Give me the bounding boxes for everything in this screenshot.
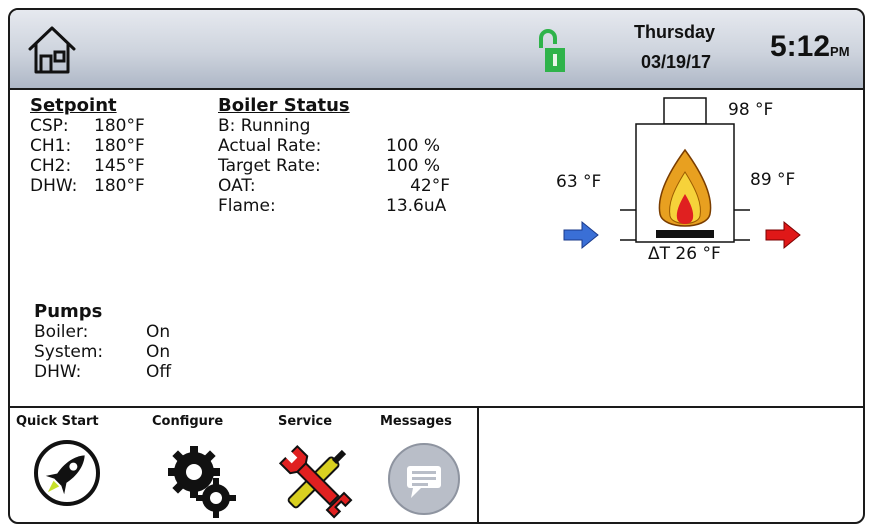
messages-label[interactable]: Messages (380, 414, 452, 429)
boiler-status-panel[interactable]: Boiler Status B: Running Actual Rate: 100… (218, 95, 450, 217)
service-label[interactable]: Service (278, 414, 332, 429)
flue-stack (663, 97, 707, 125)
rocket-icon[interactable] (32, 438, 102, 508)
header-bar: Thursday 03/19/17 5:12PM (10, 10, 863, 90)
outlet-temp: 89 °F (750, 170, 796, 190)
boiler-status-title: Boiler Status (218, 95, 350, 116)
status-row-actual-rate: Actual Rate: 100 % (218, 136, 441, 156)
setpoint-title: Setpoint (30, 95, 117, 116)
setpoint-row-dhw: DHW: 180°F (30, 176, 145, 196)
touch-display: Thursday 03/19/17 5:12PM Setpoint CSP: 18… (8, 8, 865, 524)
pumps-title: Pumps (34, 301, 103, 322)
status-row-flame: Flame: 13.6uA (218, 196, 447, 216)
inlet-temp: 63 °F (556, 172, 602, 192)
gears-icon[interactable] (160, 442, 240, 522)
flue-temp: 98 °F (728, 100, 774, 120)
nav-divider (477, 406, 479, 522)
boiler-state: B: Running (218, 116, 311, 136)
clock: 5:12PM (770, 30, 850, 64)
configure-label[interactable]: Configure (152, 414, 223, 429)
pumps-panel[interactable]: Pumps Boiler: On System: On DHW: Off (34, 301, 172, 383)
ampm-label: PM (830, 44, 850, 59)
setpoint-row-ch2: CH2: 145°F (30, 156, 145, 176)
delta-t: ΔT 26 °F (648, 244, 721, 264)
time-value: 5:12 (770, 30, 831, 63)
pump-row-system: System: On (34, 342, 171, 362)
home-icon[interactable] (24, 22, 80, 78)
burner-base (656, 230, 714, 238)
status-row-oat: OAT: 42°F (218, 176, 450, 196)
unlock-icon[interactable] (536, 26, 566, 76)
pump-row-dhw: DHW: Off (34, 362, 172, 382)
pump-row-boiler: Boiler: On (34, 322, 171, 342)
outlet-arrow (765, 220, 801, 250)
inlet-arrow (563, 220, 599, 250)
message-icon[interactable] (385, 440, 463, 518)
setpoint-row-ch1: CH1: 180°F (30, 136, 145, 156)
date-label: 03/19/17 (641, 52, 712, 72)
day-label: Thursday (634, 22, 716, 42)
quick-start-label[interactable]: Quick Start (16, 414, 99, 429)
tools-icon[interactable] (272, 438, 358, 522)
status-row-target-rate: Target Rate: 100 % (218, 156, 441, 176)
setpoint-panel[interactable]: Setpoint CSP: 180°F CH1: 180°F CH2: 145°F D… (30, 95, 145, 197)
boiler-diagram: 98 °F 63 °F 89 °F ΔT 26 °F (540, 94, 840, 284)
setpoint-row-csp: CSP: 180°F (30, 116, 145, 136)
screen: Thursday 03/19/17 5:12PM Setpoint CSP: 18… (0, 0, 874, 525)
